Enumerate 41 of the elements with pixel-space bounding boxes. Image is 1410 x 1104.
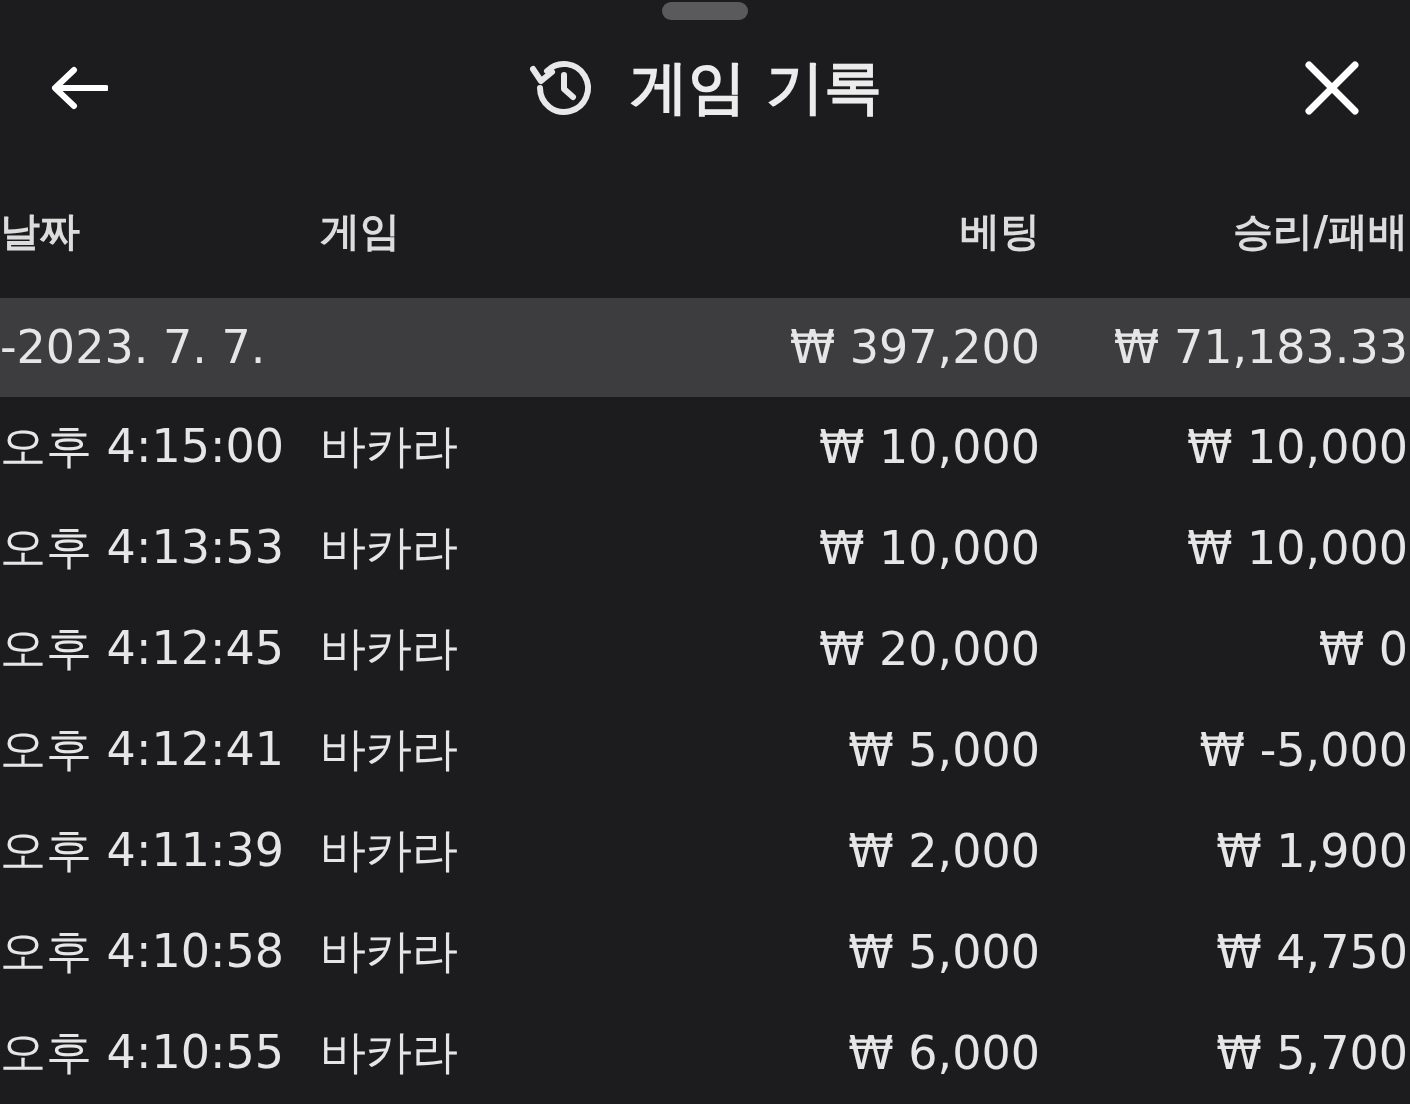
game-cell-text: 바카라 bbox=[320, 923, 459, 981]
bet-cell-text: ₩ 20,000 bbox=[817, 622, 1040, 677]
game-cell-text: 바카라 bbox=[320, 519, 459, 577]
date-cell-text: -2023. 7. 7. bbox=[0, 320, 267, 375]
date-cell-text: 오후 4:12:41 bbox=[0, 721, 285, 779]
bet-cell-text: ₩ 5,000 bbox=[847, 723, 1040, 778]
date-cell-text: 오후 4:15:00 bbox=[0, 418, 285, 476]
bet-cell-text: ₩ 2,000 bbox=[847, 824, 1040, 879]
result-cell-text: ₩ 71,183.33 bbox=[1112, 320, 1408, 375]
bet-cell-text: ₩ 10,000 bbox=[817, 420, 1040, 475]
column-header: 베팅 bbox=[959, 207, 1040, 256]
back-button[interactable] bbox=[50, 65, 108, 110]
date-cell-text: 오후 4:12:45 bbox=[0, 620, 285, 678]
column-header: 승리/패배 bbox=[1232, 207, 1408, 256]
close-button[interactable] bbox=[1304, 59, 1360, 116]
game-cell-text: 바카라 bbox=[320, 721, 459, 779]
result-cell-text: ₩ 5,700 bbox=[1215, 1026, 1408, 1081]
result-cell-text: ₩ 4,750 bbox=[1215, 925, 1408, 980]
bet-cell-text: ₩ 6,000 bbox=[847, 1026, 1040, 1081]
date-cell-text: 오후 4:11:39 bbox=[0, 822, 285, 880]
drag-handle[interactable] bbox=[662, 2, 748, 20]
result-cell-text: ₩ 0 bbox=[1317, 622, 1408, 677]
game-cell-text: 바카라 bbox=[320, 418, 459, 476]
back-arrow-icon bbox=[50, 65, 108, 110]
game-cell-text: 바카라 bbox=[320, 822, 459, 880]
date-cell-text: 오후 4:13:53 bbox=[0, 519, 285, 577]
result-cell-text: ₩ -5,000 bbox=[1198, 723, 1408, 778]
date-cell-text: 오후 4:10:55 bbox=[0, 1024, 285, 1082]
bet-cell-text: ₩ 397,200 bbox=[788, 320, 1040, 375]
game-cell-text: 바카라 bbox=[320, 620, 459, 678]
bet-cell-text: ₩ 10,000 bbox=[817, 521, 1040, 576]
column-header: 게임 bbox=[320, 207, 401, 256]
column-header: 날짜 bbox=[0, 207, 81, 256]
date-cell-text: 오후 4:10:58 bbox=[0, 923, 285, 981]
result-cell-text: ₩ 10,000 bbox=[1185, 420, 1408, 475]
window-title: 게임 기록 bbox=[629, 51, 883, 123]
bet-cell-text: ₩ 5,000 bbox=[847, 925, 1040, 980]
game-cell-text: 바카라 bbox=[320, 1024, 459, 1082]
close-icon bbox=[1304, 59, 1360, 116]
result-cell-text: ₩ 10,000 bbox=[1185, 521, 1408, 576]
result-cell-text: ₩ 1,900 bbox=[1215, 824, 1408, 879]
